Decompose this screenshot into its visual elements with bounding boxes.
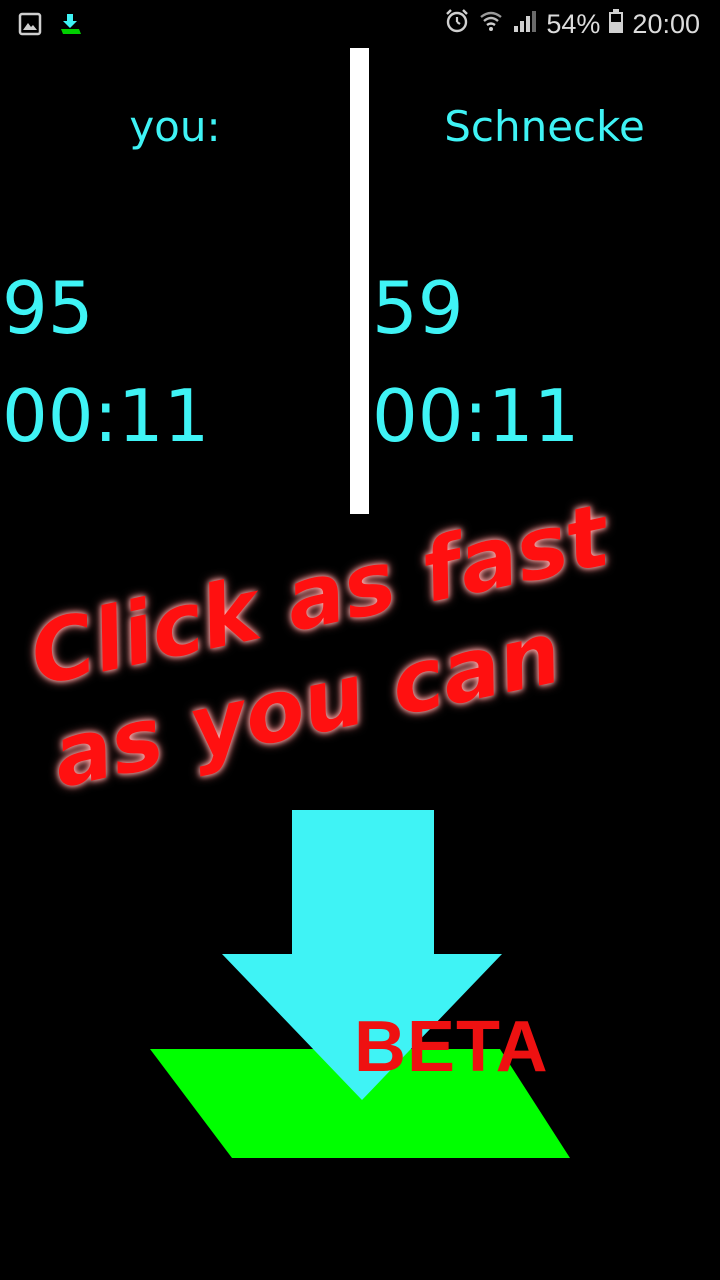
status-right: 54% 20:00 [444, 8, 700, 41]
status-left-icons [18, 12, 82, 41]
signal-icon [512, 8, 538, 41]
center-divider [350, 48, 369, 514]
battery-icon [608, 8, 624, 41]
player-opponent-time: 00:11 [372, 374, 580, 458]
slogan: Click as fast as you can [0, 480, 720, 808]
player-you-time: 00:11 [2, 374, 210, 458]
player-you-score: 95 [2, 266, 94, 350]
battery-percent: 54% [546, 9, 601, 39]
download-arrow-logo-icon[interactable]: BETA [140, 800, 580, 1170]
status-bar: 54% 20:00 [0, 0, 720, 50]
player-you-label: you: [129, 102, 221, 151]
status-time: 20:00 [632, 9, 700, 39]
game-screen[interactable]: 54% 20:00 you: Schnecke 95 00:11 59 00:1… [0, 0, 720, 1280]
player-opponent-label: Schnecke [444, 102, 645, 151]
beta-badge: BETA [354, 1007, 549, 1087]
player-opponent-score: 59 [372, 266, 464, 350]
alarm-icon [444, 8, 470, 41]
wifi-icon [478, 8, 504, 41]
download-icon [58, 12, 82, 41]
image-icon [18, 12, 42, 41]
